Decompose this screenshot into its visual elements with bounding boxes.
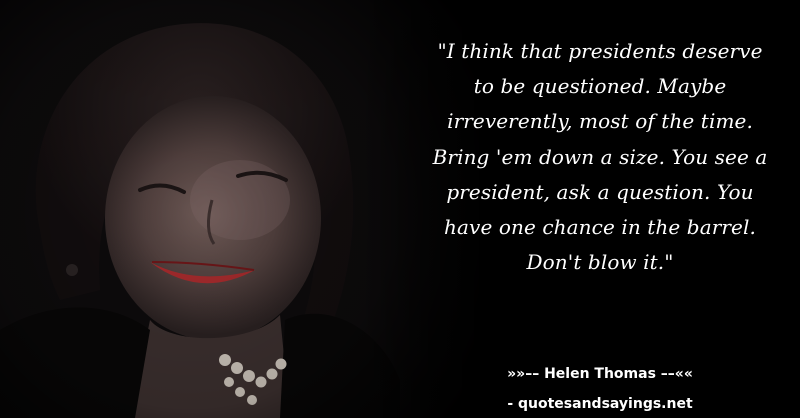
quote-line: have one chance in the barrel.	[444, 215, 756, 240]
quote-line: Don't blow it."	[526, 250, 674, 275]
quote-author: »»–– Helen Thomas ––««	[507, 366, 693, 382]
quote-text: "I think that presidents deserve to be q…	[405, 34, 795, 280]
quote-line: president, ask a question. You	[446, 179, 754, 204]
quote-line: Bring 'em down a size. You see a	[432, 144, 768, 169]
source-website: - quotesandsayings.net	[507, 396, 693, 412]
quote-line: "I think that presidents deserve	[437, 39, 763, 63]
quote-line: irreverently, most of the time.	[447, 109, 753, 134]
quote-line: to be questioned. Maybe	[473, 74, 727, 99]
quote-card: "I think that presidents deserve to be q…	[0, 0, 800, 418]
